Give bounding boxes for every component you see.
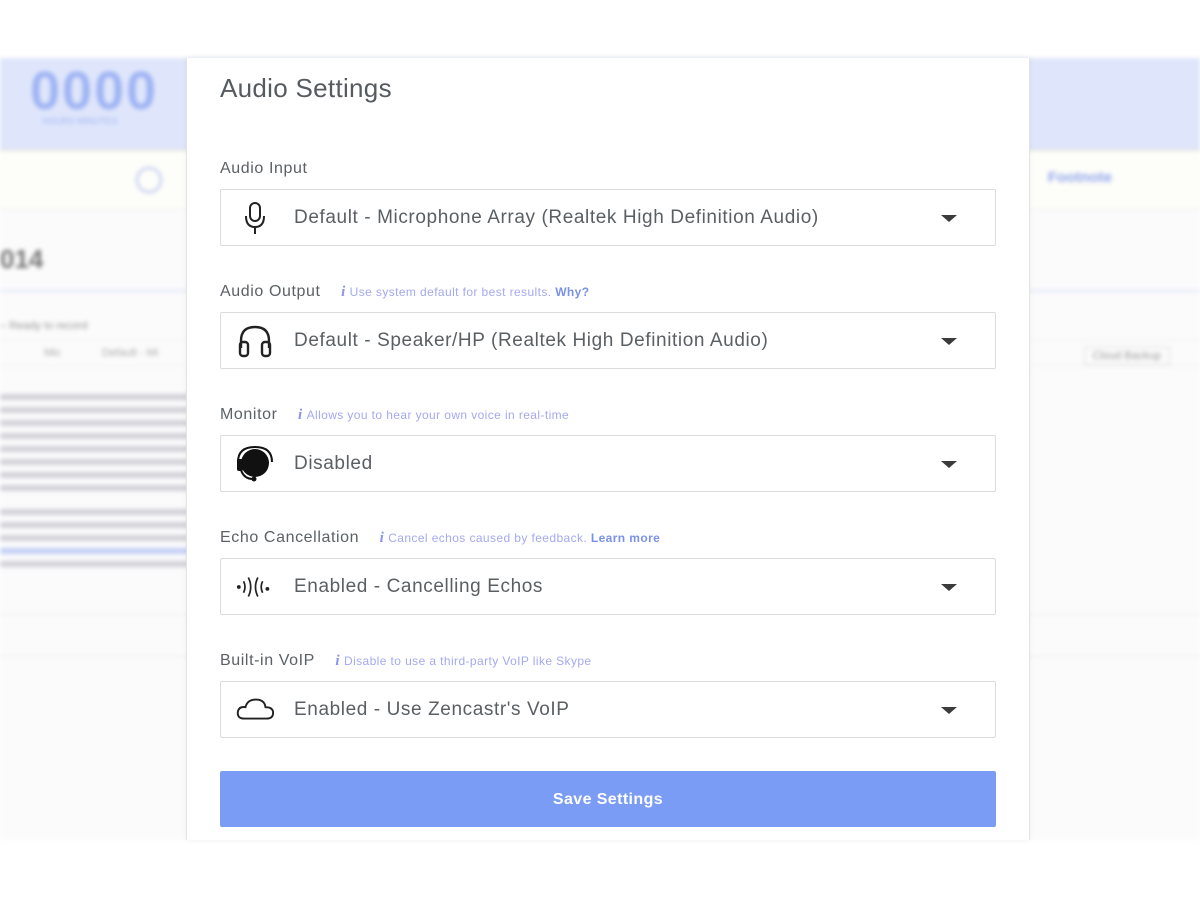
headset-icon (235, 446, 275, 482)
chevron-down-icon (941, 461, 957, 468)
voip-select[interactable]: Enabled - Use Zencastr's VoIP (220, 681, 996, 738)
monitor-field: Monitor i Allows you to hear your own voi… (220, 404, 996, 492)
monitor-label: Monitor (220, 406, 278, 423)
chevron-down-icon (941, 215, 957, 222)
save-settings-button[interactable]: Save Settings (220, 771, 996, 827)
timer-labels: HOURS MINUTES (42, 116, 118, 126)
background-default: Default - Mi (102, 347, 159, 359)
monitor-hint: i Allows you to hear your own voice in re… (298, 407, 570, 423)
toolbar-circle-icon (136, 167, 162, 193)
background-number: 014 (0, 244, 44, 274)
voip-value: Enabled - Use Zencastr's VoIP (294, 699, 570, 720)
info-icon: i (335, 653, 340, 669)
timer-hours: 00 (30, 61, 95, 121)
echo-cancellation-label: Echo Cancellation (220, 529, 360, 546)
background-timer: 0000 (30, 60, 158, 122)
audio-input-value: Default - Microphone Array (Realtek High… (294, 207, 819, 228)
cloud-icon (235, 693, 275, 727)
microphone-icon (235, 201, 275, 235)
monitor-value: Disabled (294, 453, 373, 474)
monitor-select[interactable]: Disabled (220, 435, 996, 492)
echo-cancellation-value: Enabled - Cancelling Echos (294, 576, 544, 597)
monitor-hint-text: Allows you to hear your own voice in rea… (306, 408, 570, 422)
chevron-down-icon (941, 707, 957, 714)
audio-output-label: Audio Output (220, 283, 321, 300)
echo-cancellation-hint-text: Cancel echos caused by feedback. (388, 531, 588, 545)
background-mic: Mic (44, 347, 62, 359)
info-icon: i (298, 407, 303, 423)
audio-output-hint: i Use system default for best results. Wh… (341, 284, 589, 300)
audio-settings-modal: Audio Settings Audio Input Default - Mic… (186, 58, 1030, 840)
modal-title: Audio Settings (220, 73, 392, 103)
info-icon: i (341, 284, 346, 300)
audio-input-select[interactable]: Default - Microphone Array (Realtek High… (220, 189, 996, 246)
echo-waves-icon (235, 570, 275, 604)
headphones-icon (235, 324, 275, 358)
learn-more-link[interactable]: Learn more (591, 531, 660, 545)
audio-output-select[interactable]: Default - Speaker/HP (Realtek High Defin… (220, 312, 996, 369)
background-backup: Cloud Backup (1083, 347, 1170, 365)
chevron-down-icon (941, 584, 957, 591)
chevron-down-icon (941, 338, 957, 345)
info-icon: i (379, 530, 385, 546)
echo-cancellation-select[interactable]: Enabled - Cancelling Echos (220, 558, 996, 615)
echo-cancellation-field: Echo Cancellation i Cancel echos caused b… (220, 527, 996, 615)
audio-input-field: Audio Input Default - Microphone Array (… (220, 158, 996, 246)
toolbar-footnote: Footnote (1047, 169, 1112, 186)
audio-output-hint-text: Use system default for best results. (349, 285, 552, 299)
voip-label: Built-in VoIP (220, 652, 315, 669)
why-link[interactable]: Why? (555, 285, 589, 299)
background-text-lines (0, 394, 190, 574)
voip-hint: i Disable to use a third-party VoIP like … (335, 653, 592, 669)
timer-minutes: 00 (94, 61, 159, 121)
echo-cancellation-hint: i Cancel echos caused by feedback. Learn … (379, 530, 661, 546)
audio-output-value: Default - Speaker/HP (Realtek High Defin… (294, 330, 769, 351)
audio-input-label: Audio Input (220, 160, 308, 177)
voip-field: Built-in VoIP i Disable to use a third-pa… (220, 650, 996, 738)
background-status: – Ready to record (0, 320, 88, 332)
voip-hint-text: Disable to use a third-party VoIP like S… (344, 654, 592, 668)
audio-output-field: Audio Output i Use system default for bes… (220, 281, 996, 369)
